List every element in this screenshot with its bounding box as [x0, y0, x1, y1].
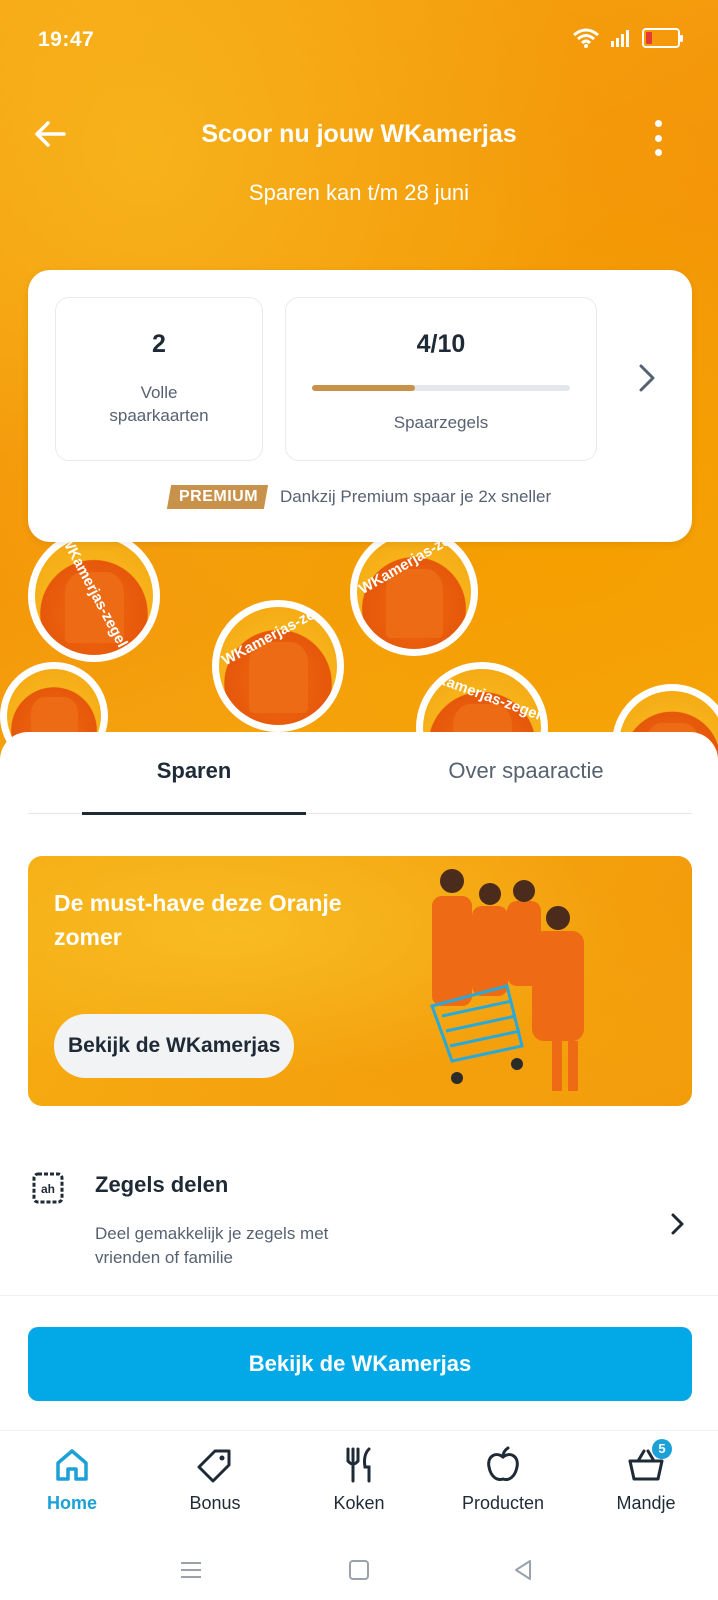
back-triangle-icon[interactable] — [508, 1555, 538, 1585]
apple-icon — [487, 1446, 519, 1481]
tab-indicator — [82, 812, 306, 815]
basket-icon: 5 — [626, 1439, 672, 1485]
battery-icon — [642, 28, 683, 48]
page-subtitle: Sparen kan t/m 28 juni — [248, 180, 470, 205]
stamp-decoration: WKamerjas-zegel — [28, 530, 160, 662]
players-photo — [430, 869, 584, 1091]
banner-title: De must-have deze Oranje zomer — [54, 890, 342, 950]
signal-icon — [611, 30, 629, 47]
nav-label: Bonus — [189, 1493, 241, 1513]
nav-label: Home — [46, 1493, 97, 1513]
wifi-icon — [573, 28, 599, 48]
nav-label: Mandje — [616, 1493, 676, 1513]
status-time: 19:47 — [38, 28, 95, 51]
stamps-label: Spaarzegels — [393, 413, 489, 432]
nav-mandje[interactable]: 5 Mandje — [586, 1439, 706, 1514]
content-sheet: Sparen Over spaaractie De must-have deze… — [0, 732, 718, 1302]
home-square-icon[interactable] — [344, 1555, 374, 1585]
cutlery-icon — [346, 1447, 371, 1483]
premium-row: PREMIUM Dankzij Premium spaar je 2x snel… — [28, 485, 692, 509]
premium-badge: PREMIUM — [166, 485, 269, 509]
stamps-count: 4/10 — [416, 330, 466, 358]
stamps-progress-fill — [312, 385, 416, 391]
promo-banner: De must-have deze Oranje zomer Bekijk de… — [28, 856, 692, 1106]
footer-divider — [0, 1295, 718, 1296]
stamp-decoration: WKamerjas-zegel — [350, 528, 478, 656]
stamp-card-icon: ah — [32, 1172, 64, 1204]
stamps-tile: 4/10 Spaarzegels — [285, 297, 597, 461]
more-dot-icon — [654, 120, 662, 127]
nav-bonus[interactable]: Bonus — [155, 1445, 275, 1514]
more-options-button[interactable] — [648, 120, 668, 156]
stamps-progress-bar — [312, 385, 570, 391]
bottom-nav: Home Bonus Koken Producten 5 Mandje — [0, 1430, 718, 1540]
cart-count-badge: 5 — [652, 1439, 672, 1459]
stamp-decoration: WKamerjas-zegel — [212, 600, 344, 732]
more-dot-icon — [654, 134, 662, 142]
chevron-right-icon[interactable] — [632, 358, 662, 398]
nav-producten[interactable]: Producten — [443, 1445, 563, 1514]
svg-text:ah: ah — [41, 1182, 55, 1196]
page-title: Scoor nu jouw WKamerjas — [201, 120, 517, 148]
share-description: Deel gemakkelijk je zegels met vrienden … — [95, 1224, 329, 1267]
status-icons — [572, 27, 683, 49]
home-icon — [56, 1449, 88, 1481]
banner-view-jacket-button[interactable]: Bekijk de WKamerjas — [54, 1014, 295, 1078]
nav-koken[interactable]: Koken — [299, 1445, 419, 1514]
premium-text: Dankzij Premium spaar je 2x sneller — [279, 487, 552, 506]
system-nav-bar — [0, 1540, 718, 1600]
status-bar: 19:47 — [0, 0, 718, 80]
full-cards-label: Volle spaarkaarten — [109, 383, 209, 425]
nav-label: Producten — [461, 1493, 545, 1513]
chevron-right-icon — [671, 1213, 684, 1235]
full-cards-tile: 2 Volle spaarkaarten — [55, 297, 263, 461]
nav-home[interactable]: Home — [12, 1445, 132, 1514]
tab-over-spaaractie[interactable]: Over spaaractie — [360, 758, 692, 784]
share-stamps-row[interactable]: ah Zegels delen Deel gemakkelijk je zege… — [0, 1162, 718, 1272]
savings-card[interactable]: 2 Volle spaarkaarten 4/10 Spaarzegels PR… — [28, 270, 692, 542]
nav-label: Koken — [333, 1493, 385, 1513]
view-jacket-cta-button[interactable]: Bekijk de WKamerjas — [28, 1327, 692, 1401]
tag-icon — [197, 1449, 231, 1483]
more-dot-icon — [654, 149, 662, 156]
menu-icon[interactable] — [176, 1555, 206, 1585]
full-cards-count: 2 — [152, 330, 166, 358]
top-bar: Scoor nu jouw WKamerjas — [0, 108, 718, 164]
share-title: Zegels delen — [95, 1172, 229, 1197]
tab-bar: Sparen Over spaaractie — [28, 732, 692, 815]
tab-sparen[interactable]: Sparen — [28, 758, 360, 784]
